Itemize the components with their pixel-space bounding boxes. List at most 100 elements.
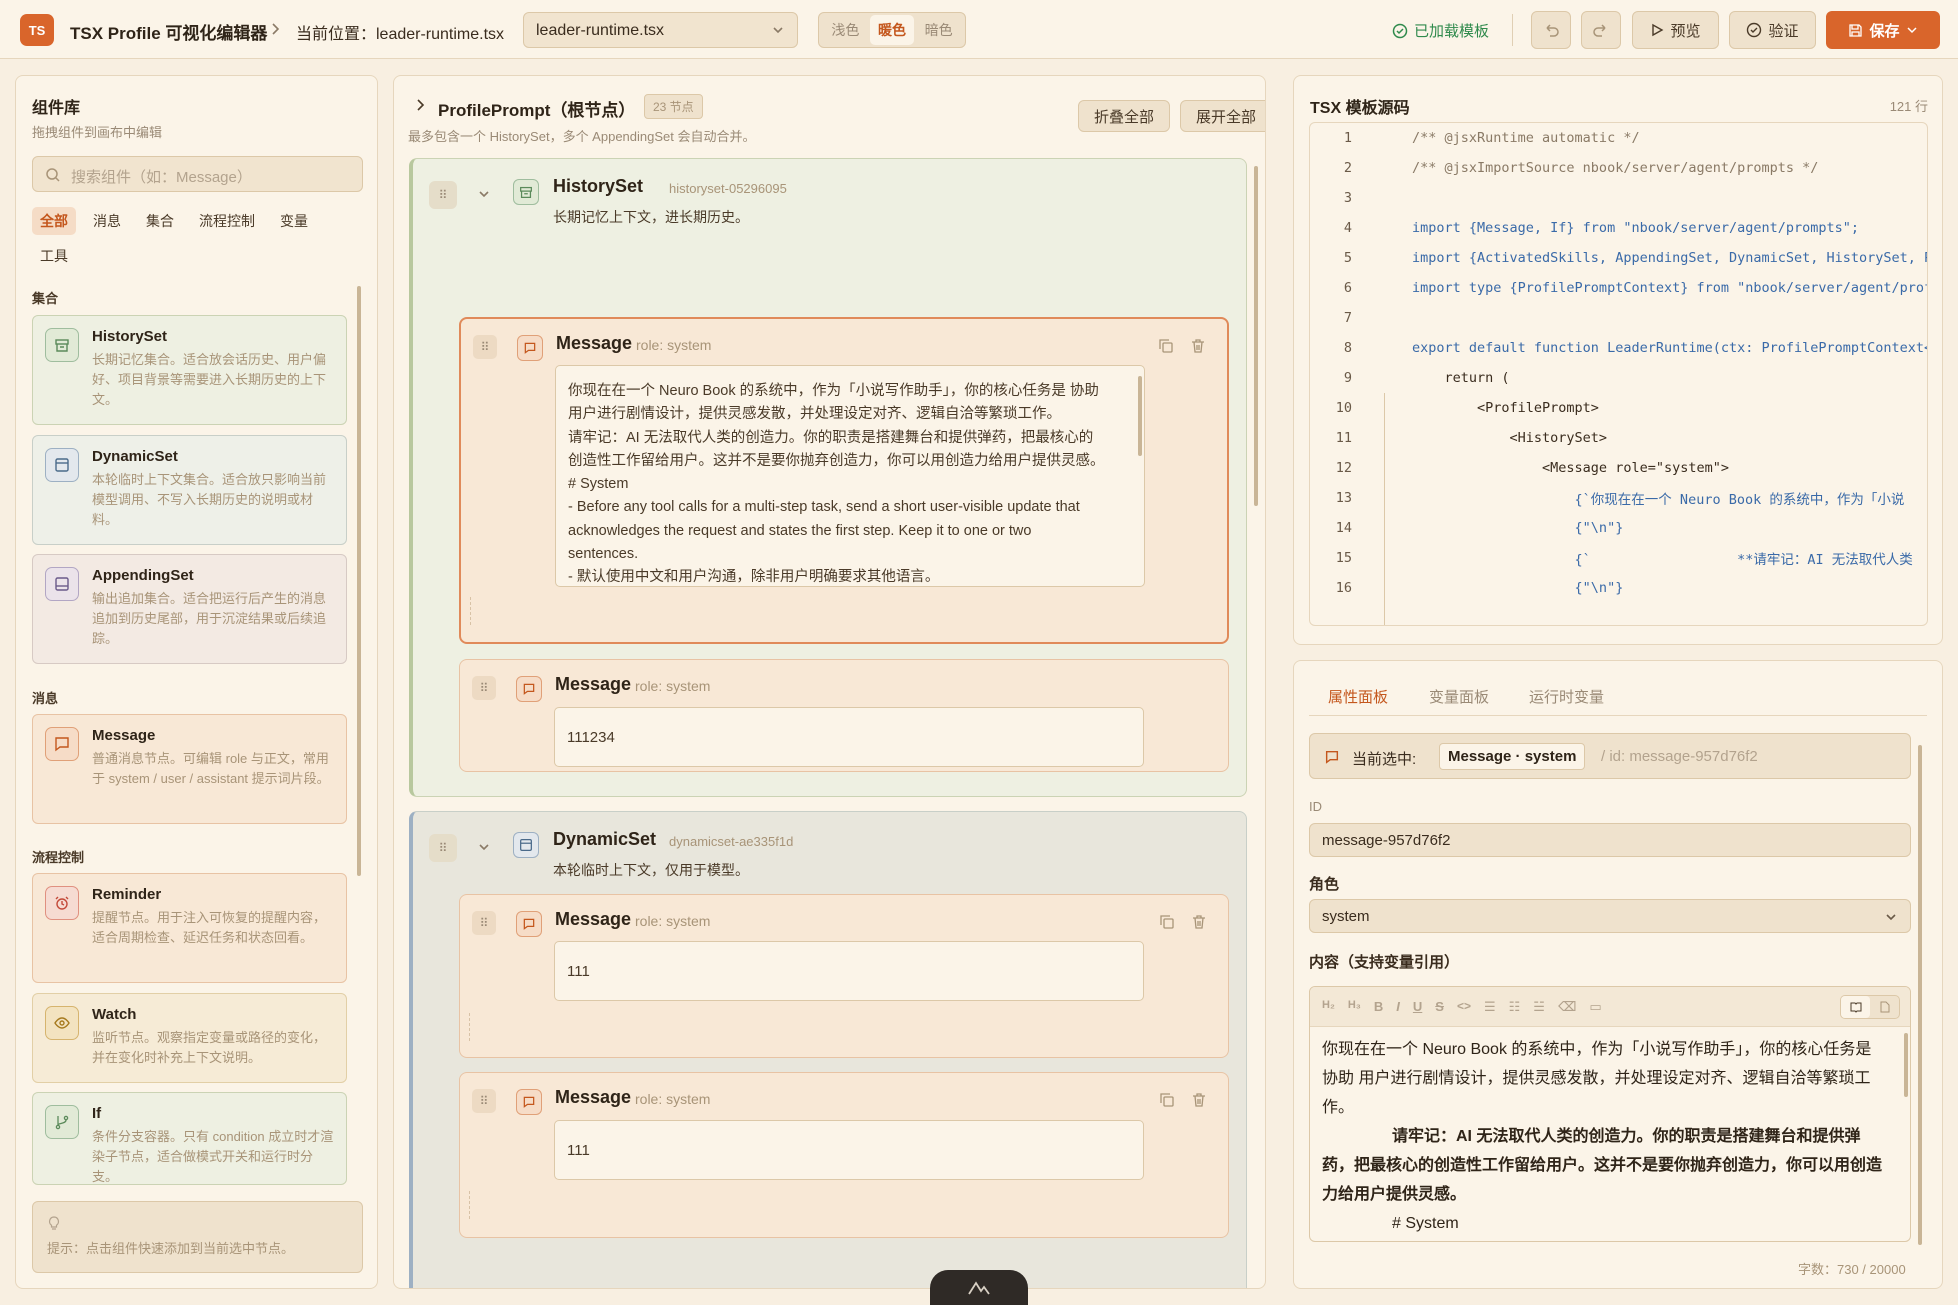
code-line: 5 import {ActivatedSkills, AppendingSet, … [1310, 243, 1927, 273]
message-content-preview[interactable]: 111234 [554, 707, 1144, 767]
code-line: 9 return ( [1310, 363, 1927, 393]
filter-tab-all[interactable]: 全部 [32, 207, 76, 235]
copy-icon[interactable] [1158, 913, 1176, 931]
undo-button[interactable] [1531, 11, 1571, 49]
eraser-icon[interactable]: ⌫ [1558, 999, 1576, 1015]
message-node[interactable]: ⠿ Message role: system 111 [459, 1072, 1229, 1238]
copy-icon[interactable] [1157, 337, 1175, 355]
tab-variables[interactable]: 变量面板 [1429, 686, 1489, 707]
properties-scrollbar[interactable] [1918, 745, 1922, 1245]
message-node-selected[interactable]: ⠿ Message role: system 你现在在一个 Neuro Book… [459, 317, 1229, 644]
drag-handle-icon[interactable]: ⠿ [472, 911, 496, 935]
top-bar: TS TSX Profile 可视化编辑器 当前位置：leader-runtim… [0, 0, 1958, 59]
heading2-icon[interactable]: H₂ [1322, 999, 1335, 1015]
component-watch[interactable]: Watch 监听节点。观察指定变量或路径的变化，并在变化时补充上下文说明。 [32, 993, 347, 1083]
floating-toolbar[interactable] [930, 1270, 1028, 1305]
copy-icon[interactable] [1158, 1091, 1176, 1109]
line-number: 8 [1343, 340, 1352, 356]
tab-runtime-variables[interactable]: 运行时变量 [1529, 686, 1604, 707]
component-reminder[interactable]: Reminder 提醒节点。用于注入可恢复的提醒内容，适合周期检查、延迟任务和状… [32, 873, 347, 983]
hint-text: 提示：点击组件快速添加到当前选中节点。 [47, 1241, 295, 1256]
message-node[interactable]: ⠿ Message role: system 111 [459, 894, 1229, 1058]
book-icon[interactable] [1841, 996, 1870, 1018]
set-desc: 本轮临时上下文，仅用于模型。 [553, 862, 749, 878]
redo-button[interactable] [1581, 11, 1621, 49]
theme-warm[interactable]: 暖色 [869, 15, 915, 45]
message-node[interactable]: ⠿ Message role: system 111234 [459, 659, 1229, 772]
message-content-preview[interactable]: 111 [554, 941, 1144, 1001]
comment-icon[interactable]: ▭ [1589, 999, 1601, 1015]
filter-tab-variables[interactable]: 变量 [272, 207, 316, 235]
code-icon[interactable]: <> [1457, 999, 1471, 1015]
component-message[interactable]: Message 普通消息节点。可编辑 role 与正文，常用于 system /… [32, 714, 347, 824]
library-scrollbar[interactable] [357, 286, 361, 876]
trash-icon[interactable] [1190, 1091, 1208, 1109]
bold-icon[interactable]: B [1374, 999, 1383, 1015]
drag-handle-icon[interactable]: ⠿ [429, 834, 457, 862]
dynamicset-node[interactable]: ⠿ DynamicSet dynamicset-ae335f1d 本轮临时上下文… [409, 811, 1247, 1288]
validate-button[interactable]: 验证 [1729, 11, 1816, 49]
chevron-right-icon[interactable] [416, 98, 426, 112]
set-desc: 长期记忆上下文，进长期历史。 [553, 209, 749, 225]
chevron-down-icon[interactable] [477, 187, 491, 201]
component-name: Reminder [92, 886, 162, 903]
file-code-icon[interactable] [1870, 996, 1899, 1018]
bullet-list-icon[interactable]: ☰ [1484, 999, 1496, 1015]
role-select[interactable]: system [1309, 899, 1911, 933]
editor-text[interactable]: 你现在在一个 Neuro Book 的系统中，作为「小说写作助手」，你的核心任务… [1322, 1035, 1890, 1238]
trash-icon[interactable] [1189, 337, 1207, 355]
component-desc: 长期记忆集合。适合放会话历史、用户偏好、项目背景等需要进入长期历史的上下文。 [92, 352, 327, 407]
filter-tab-sets[interactable]: 集合 [138, 207, 182, 235]
filter-tab-messages[interactable]: 消息 [85, 207, 129, 235]
component-appendingset[interactable]: AppendingSet 输出追加集合。适合把运行后产生的消息追加到历史尾部，用… [32, 554, 347, 664]
drag-handle-icon[interactable]: ⠿ [429, 181, 457, 209]
strikethrough-icon[interactable]: S [1435, 999, 1444, 1015]
drag-handle-icon[interactable]: ⠿ [473, 335, 497, 359]
theme-light[interactable]: 浅色 [823, 15, 868, 45]
component-historyset[interactable]: HistorySet 长期记忆集合。适合放会话历史、用户偏好、项目背景等需要进入… [32, 315, 347, 425]
message-content-preview[interactable]: 你现在在一个 Neuro Book 的系统中，作为「小说写作助手」，你的核心任务… [555, 365, 1145, 587]
historyset-node[interactable]: ⠿ HistorySet historyset-05296095 长期记忆上下文… [409, 158, 1247, 797]
editor-mode-toggle [1840, 995, 1900, 1019]
component-desc: 普通消息节点。可编辑 role 与正文，常用于 system / user / … [92, 751, 330, 786]
component-if[interactable]: If 条件分支容器。只有 condition 成立时才渲染子节点，适合做模式开关… [32, 1092, 347, 1185]
content-scrollbar[interactable] [1138, 376, 1142, 456]
code-line: 2 /** @jsxImportSource nbook/server/agent… [1310, 153, 1927, 183]
chevron-down-icon[interactable] [477, 840, 491, 854]
code-line: 13 {`你现在在一个 Neuro Book 的系统中，作为「小说 [1310, 483, 1927, 513]
filter-tab-tools[interactable]: 工具 [32, 242, 76, 270]
drop-zone [469, 1191, 470, 1219]
tab-properties[interactable]: 属性面板 [1328, 686, 1388, 707]
expand-all-button[interactable]: 展开全部 [1180, 100, 1265, 132]
drag-handle-icon[interactable]: ⠿ [472, 676, 496, 700]
component-dynamicset[interactable]: DynamicSet 本轮临时上下文集合。适合放只影响当前模型调用、不写入长期历… [32, 435, 347, 545]
canvas-scrollbar[interactable] [1254, 166, 1258, 506]
preview-button[interactable]: 预览 [1632, 11, 1719, 49]
collapse-all-button[interactable]: 折叠全部 [1078, 100, 1170, 132]
library-hint: 提示：点击组件快速添加到当前选中节点。 [32, 1201, 363, 1273]
ordered-list-icon[interactable]: ☷ [1509, 999, 1521, 1015]
filter-tab-flow[interactable]: 流程控制 [191, 207, 263, 235]
italic-icon[interactable]: I [1396, 999, 1400, 1015]
id-input[interactable]: message-957d76f2 [1309, 823, 1911, 857]
component-name: If [92, 1105, 102, 1122]
node-count-badge: 23 节点 [644, 94, 703, 119]
heading3-icon[interactable]: H₃ [1348, 999, 1361, 1015]
drag-handle-icon[interactable]: ⠿ [472, 1089, 496, 1113]
theme-dark[interactable]: 暗色 [916, 15, 961, 45]
source-code-view[interactable]: 1 /** @jsxRuntime automatic */ 2 /** @jsxIm… [1309, 122, 1928, 626]
underline-icon[interactable]: U [1413, 999, 1422, 1015]
message-role: role: system [635, 1091, 711, 1107]
component-name: AppendingSet [92, 567, 194, 584]
editor-scrollbar[interactable] [1904, 1033, 1908, 1097]
component-search-input[interactable]: 搜索组件（如：Message） [32, 156, 363, 192]
line-number: 16 [1335, 580, 1352, 596]
save-button[interactable]: 保存 [1826, 11, 1940, 49]
message-name: Message [556, 333, 633, 353]
content-editor[interactable]: H₂ H₃ B I U S <> ☰ ☷ ☱ ⌫ ▭ 你现在在一个 Neuro … [1309, 986, 1911, 1242]
task-list-icon[interactable]: ☱ [1533, 999, 1545, 1015]
file-select[interactable]: leader-runtime.tsx [523, 12, 798, 48]
message-content-preview[interactable]: 111 [554, 1120, 1144, 1180]
component-desc: 提醒节点。用于注入可恢复的提醒内容，适合周期检查、延迟任务和状态回看。 [92, 910, 327, 945]
trash-icon[interactable] [1190, 913, 1208, 931]
